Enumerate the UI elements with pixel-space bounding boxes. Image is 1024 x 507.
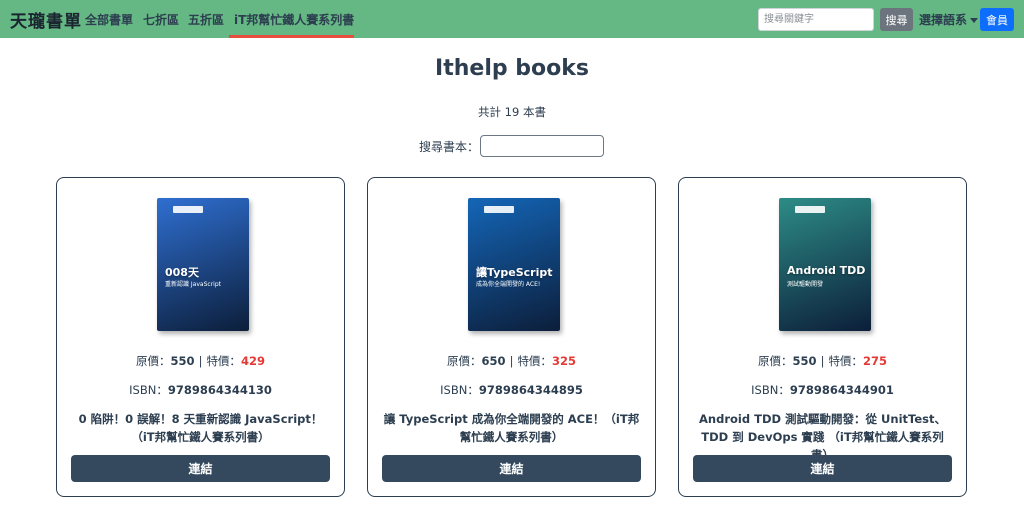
publisher-logo	[173, 206, 203, 213]
book-link-button[interactable]: 連結	[693, 455, 952, 482]
search-input[interactable]	[758, 8, 874, 31]
member-button[interactable]: 會員	[980, 8, 1014, 31]
special-price-label: 特價：	[828, 354, 863, 368]
special-price-label: 特價：	[517, 354, 552, 368]
isbn-value: 9789864344895	[478, 383, 583, 397]
price-separator: |	[198, 354, 203, 368]
cover-subtitle: 成為你全端開發的 ACE!	[476, 281, 541, 288]
book-card: 讓TypeScript 成為你全端開發的 ACE! 原價：650 | 特價：325 …	[367, 177, 656, 497]
page-title: Ithelp books	[435, 56, 589, 81]
special-price-label: 特價：	[206, 354, 241, 368]
isbn-line: ISBN：9789864344130	[57, 382, 344, 398]
nav-link-30-off[interactable]: 七折區	[143, 11, 179, 28]
language-label: 選擇語系	[919, 13, 968, 27]
book-title: 讓 TypeScript 成為你全端開發的 ACE！（iT邦幫忙鐵人賽系列書）	[383, 412, 640, 444]
original-price-label: 原價：	[758, 354, 793, 368]
book-title: 0 陷阱！0 誤解！8 天重新認識 JavaScript！（iT邦幫忙鐵人賽系列…	[78, 412, 323, 444]
isbn-label: ISBN：	[440, 383, 479, 397]
publisher-logo	[795, 206, 825, 213]
book-count: 共計 19 本書	[478, 105, 546, 119]
publisher-logo	[484, 206, 514, 213]
language-dropdown[interactable]: 選擇語系	[919, 11, 979, 28]
special-price: 429	[240, 354, 265, 368]
book-link-button[interactable]: 連結	[71, 455, 330, 482]
filter-label: 搜尋書本：	[419, 140, 480, 154]
isbn-label: ISBN：	[751, 383, 790, 397]
special-price: 275	[862, 354, 887, 368]
book-cover[interactable]: 008天 重新認識 JavaScript	[157, 198, 249, 331]
price-line: 原價：650 | 特價：325	[368, 353, 655, 369]
nav-link-ithelp-series[interactable]: iT邦幫忙鐵人賽系列書	[234, 11, 354, 28]
book-link-button[interactable]: 連結	[382, 455, 641, 482]
original-price-label: 原價：	[136, 354, 171, 368]
special-price: 325	[551, 354, 576, 368]
cover-subtitle: 重新認識 JavaScript	[165, 281, 221, 288]
brand-logo[interactable]: 天瓏書單	[10, 7, 82, 32]
active-tab-indicator	[229, 35, 354, 38]
cover-headline: 008天	[165, 266, 199, 279]
book-card: 008天 重新認識 JavaScript 原價：550 | 特價：429 ISBN：…	[56, 177, 345, 497]
original-price: 550	[792, 354, 817, 368]
isbn-line: ISBN：9789864344901	[679, 382, 966, 398]
isbn-value: 9789864344130	[167, 383, 272, 397]
original-price: 550	[170, 354, 195, 368]
isbn-label: ISBN：	[129, 383, 168, 397]
cover-subtitle: 測試驅動開發	[787, 281, 824, 288]
cover-headline: Android TDD	[787, 264, 866, 277]
book-cover[interactable]: Android TDD 測試驅動開發	[779, 198, 871, 331]
original-price-label: 原價：	[447, 354, 482, 368]
book-filter-input[interactable]	[480, 135, 604, 157]
book-card: Android TDD 測試驅動開發 原價：550 | 特價：275 ISBN：97…	[678, 177, 967, 497]
price-line: 原價：550 | 特價：429	[57, 353, 344, 369]
price-separator: |	[509, 354, 514, 368]
nav-link-50-off[interactable]: 五折區	[188, 11, 224, 28]
navbar: 天瓏書單 全部書單 七折區 五折區 iT邦幫忙鐵人賽系列書 搜尋 選擇語系 會員	[0, 0, 1024, 38]
nav-link-all-books[interactable]: 全部書單	[85, 11, 133, 28]
price-line: 原價：550 | 特價：275	[679, 353, 966, 369]
price-separator: |	[820, 354, 825, 368]
isbn-line: ISBN：9789864344895	[368, 382, 655, 398]
book-cover[interactable]: 讓TypeScript 成為你全端開發的 ACE!	[468, 198, 560, 331]
isbn-value: 9789864344901	[789, 383, 894, 397]
original-price: 650	[481, 354, 506, 368]
search-button[interactable]: 搜尋	[880, 8, 913, 31]
cover-headline: 讓TypeScript	[476, 266, 553, 279]
caret-down-icon	[970, 18, 979, 23]
